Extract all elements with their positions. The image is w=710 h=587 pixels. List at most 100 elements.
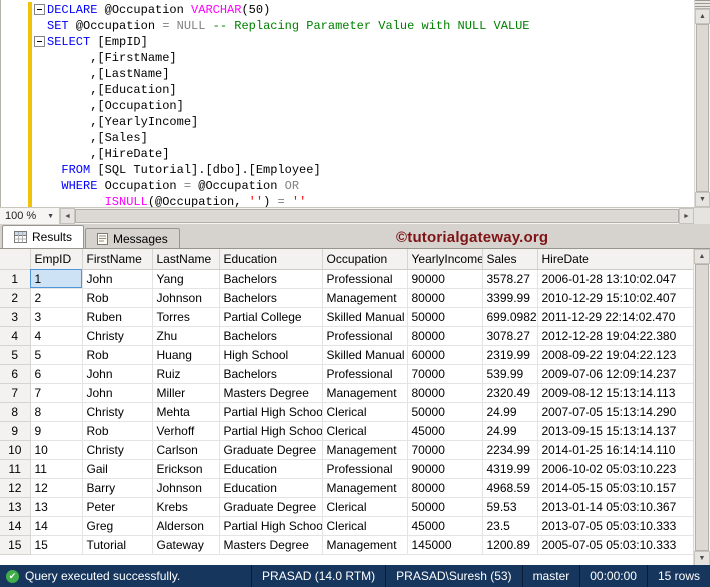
cell[interactable]: Mehta (152, 402, 220, 422)
cell[interactable]: Education (219, 459, 323, 479)
cell[interactable]: 90000 (407, 269, 483, 289)
cell[interactable]: 50000 (407, 497, 483, 517)
cell[interactable]: Huang (152, 345, 220, 365)
cell[interactable]: 3399.99 (482, 288, 538, 308)
zoom-control[interactable]: 100 % ▼ (0, 208, 60, 224)
cell[interactable]: Management (322, 535, 408, 555)
cell[interactable]: 14 (30, 516, 83, 536)
cell[interactable]: 6 (30, 364, 83, 384)
column-header-empid[interactable]: EmpID (30, 249, 83, 270)
scrollbar-thumb[interactable] (75, 209, 679, 223)
cell[interactable]: Christy (82, 326, 153, 346)
cell[interactable]: 7 (30, 383, 83, 403)
cell[interactable]: Skilled Manual (322, 307, 408, 327)
cell[interactable]: Professional (322, 326, 408, 346)
cell[interactable]: 45000 (407, 421, 483, 441)
cell[interactable]: Alderson (152, 516, 220, 536)
row-header[interactable]: 4 (0, 326, 31, 346)
cell[interactable]: Clerical (322, 516, 408, 536)
cell[interactable]: 4968.59 (482, 478, 538, 498)
cell[interactable]: 2234.99 (482, 440, 538, 460)
cell[interactable]: Christy (82, 402, 153, 422)
row-header[interactable]: 15 (0, 535, 31, 555)
cell[interactable]: Erickson (152, 459, 220, 479)
cell[interactable]: 23.5 (482, 516, 538, 536)
cell[interactable]: 2008-09-22 19:04:22.123 (537, 345, 694, 365)
cell[interactable]: 2 (30, 288, 83, 308)
cell[interactable]: 5 (30, 345, 83, 365)
grid-corner[interactable] (0, 249, 31, 270)
cell[interactable]: Ruben (82, 307, 153, 327)
collapse-region-icon[interactable] (34, 36, 45, 47)
cell[interactable]: Tutorial (82, 535, 153, 555)
cell[interactable]: Masters Degree (219, 383, 323, 403)
cell[interactable]: John (82, 364, 153, 384)
row-header[interactable]: 12 (0, 478, 31, 498)
cell[interactable]: 59.53 (482, 497, 538, 517)
cell[interactable]: Masters Degree (219, 535, 323, 555)
cell[interactable]: Partial High School (219, 516, 323, 536)
cell[interactable]: 1 (30, 269, 83, 289)
cell[interactable]: Gateway (152, 535, 220, 555)
scrollbar-track[interactable] (694, 264, 710, 551)
row-header[interactable]: 9 (0, 421, 31, 441)
cell[interactable]: 1200.89 (482, 535, 538, 555)
cell[interactable]: Management (322, 478, 408, 498)
cell[interactable]: 80000 (407, 383, 483, 403)
cell[interactable]: 2009-08-12 15:13:14.113 (537, 383, 694, 403)
scroll-up-icon[interactable]: ▲ (695, 9, 710, 24)
scrollbar-thumb[interactable] (695, 264, 709, 551)
row-header[interactable]: 5 (0, 345, 31, 365)
scroll-down-icon[interactable]: ▼ (695, 192, 710, 207)
cell[interactable]: Rob (82, 421, 153, 441)
cell[interactable]: Clerical (322, 497, 408, 517)
cell[interactable]: 4319.99 (482, 459, 538, 479)
cell[interactable]: 60000 (407, 345, 483, 365)
scroll-up-icon[interactable]: ▲ (694, 249, 710, 264)
grid-vertical-scrollbar[interactable]: ▲ ▼ (693, 249, 710, 565)
cell[interactable]: Miller (152, 383, 220, 403)
column-header-hiredate[interactable]: HireDate (537, 249, 694, 270)
cell[interactable]: 80000 (407, 326, 483, 346)
cell[interactable]: Management (322, 440, 408, 460)
cell[interactable]: 2320.49 (482, 383, 538, 403)
cell[interactable]: Peter (82, 497, 153, 517)
cell[interactable]: High School (219, 345, 323, 365)
cell[interactable]: Partial College (219, 307, 323, 327)
cell[interactable]: John (82, 269, 153, 289)
cell[interactable]: 45000 (407, 516, 483, 536)
cell[interactable]: 3 (30, 307, 83, 327)
cell[interactable]: Professional (322, 269, 408, 289)
cell[interactable]: Professional (322, 459, 408, 479)
cell[interactable]: 4 (30, 326, 83, 346)
cell[interactable]: 2010-12-29 15:10:02.407 (537, 288, 694, 308)
row-header[interactable]: 8 (0, 402, 31, 422)
cell[interactable]: 10 (30, 440, 83, 460)
cell[interactable]: Verhoff (152, 421, 220, 441)
editor-horizontal-scrollbar[interactable]: ◄ ► (60, 208, 694, 224)
scroll-down-icon[interactable]: ▼ (694, 551, 710, 565)
cell[interactable]: Professional (322, 364, 408, 384)
cell[interactable]: 12 (30, 478, 83, 498)
row-header[interactable]: 13 (0, 497, 31, 517)
cell[interactable]: Torres (152, 307, 220, 327)
cell[interactable]: Rob (82, 345, 153, 365)
splitter-grip[interactable] (695, 0, 710, 9)
column-header-occupation[interactable]: Occupation (322, 249, 408, 270)
sql-editor[interactable]: DECLARE @Occupation VARCHAR(50) SET @Occu… (0, 0, 710, 207)
cell[interactable]: 3078.27 (482, 326, 538, 346)
cell[interactable]: John (82, 383, 153, 403)
cell[interactable]: 80000 (407, 478, 483, 498)
cell[interactable]: Bachelors (219, 364, 323, 384)
cell[interactable]: Barry (82, 478, 153, 498)
row-header[interactable]: 14 (0, 516, 31, 536)
cell[interactable]: 8 (30, 402, 83, 422)
cell[interactable]: 2005-07-05 05:03:10.333 (537, 535, 694, 555)
cell[interactable]: Johnson (152, 478, 220, 498)
row-header[interactable]: 10 (0, 440, 31, 460)
cell[interactable]: Management (322, 288, 408, 308)
cell[interactable]: Clerical (322, 402, 408, 422)
cell[interactable]: Rob (82, 288, 153, 308)
collapse-region-icon[interactable] (34, 4, 45, 15)
row-header[interactable]: 11 (0, 459, 31, 479)
